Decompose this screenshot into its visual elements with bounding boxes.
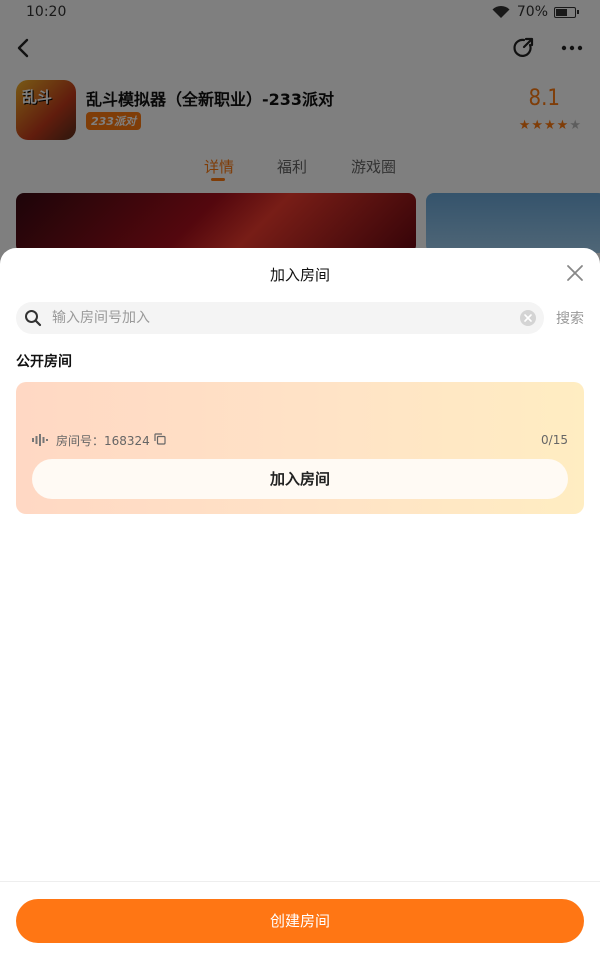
voice-wave-icon [32,434,48,446]
clear-input-icon[interactable] [520,310,536,326]
search-box [16,302,544,334]
room-number-input[interactable] [52,302,512,334]
room-number: 房间号：168324 [56,434,150,448]
divider [0,881,600,882]
close-icon[interactable] [566,264,584,282]
search-icon [25,310,42,327]
copy-icon[interactable] [154,433,166,445]
search-button[interactable]: 搜索 [556,308,584,328]
public-rooms-heading: 公开房间 [16,354,72,370]
room-card: 房间号：168324 0/15 加入房间 [16,382,584,514]
join-room-sheet: 加入房间 搜索 公开房间 房间号：168324 0/15 加入房间 [0,248,600,960]
room-capacity: 0/15 [541,433,568,447]
sheet-title: 加入房间 [269,266,330,284]
create-room-button[interactable]: 创建房间 [16,899,584,943]
join-room-button[interactable]: 加入房间 [32,459,568,499]
